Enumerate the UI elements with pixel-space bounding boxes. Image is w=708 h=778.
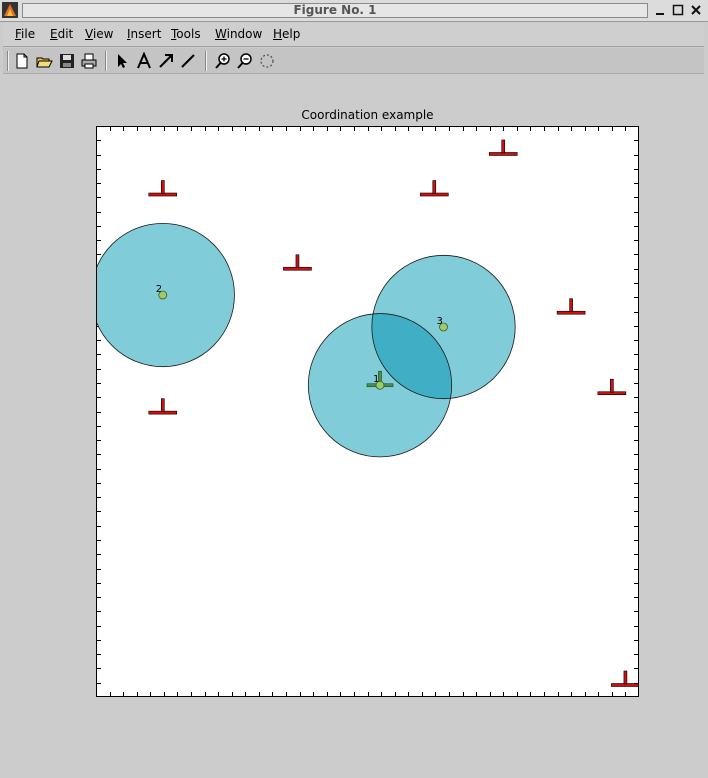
menu-insert-label: Insert xyxy=(127,27,162,41)
rotate-icon[interactable] xyxy=(258,52,276,70)
toolbar-separator xyxy=(205,51,207,71)
target-stem xyxy=(623,670,628,685)
menu-edit[interactable]: Edit xyxy=(50,27,73,41)
menu-file[interactable]: File xyxy=(15,27,35,41)
menu-help-label: Help xyxy=(273,27,301,41)
menu-view-label: View xyxy=(85,27,114,41)
close-button[interactable] xyxy=(688,2,704,18)
toolbar-separator xyxy=(105,51,107,71)
agent-label: 3 xyxy=(437,316,443,327)
toolbar xyxy=(3,48,704,74)
maximize-button[interactable] xyxy=(670,2,686,18)
menu-help[interactable]: Help xyxy=(273,27,300,41)
close-icon xyxy=(691,5,701,15)
zoom-in-icon[interactable] xyxy=(214,52,232,70)
target-stem xyxy=(160,398,165,412)
open-folder-icon[interactable] xyxy=(35,52,53,70)
target-stem xyxy=(610,378,614,393)
app-icon xyxy=(2,2,18,18)
title-bar: Figure No. 1 xyxy=(0,0,708,22)
toolbar-separator xyxy=(7,51,9,71)
target-stem xyxy=(160,180,165,194)
target-stem xyxy=(432,180,437,194)
target-stem xyxy=(501,139,506,154)
zoom-out-icon[interactable] xyxy=(236,52,254,70)
window-title: Figure No. 1 xyxy=(22,3,648,18)
insert-arrow-icon[interactable] xyxy=(157,52,175,70)
agent-label: 2 xyxy=(156,284,162,295)
maximize-icon xyxy=(672,4,684,16)
menu-tools[interactable]: Tools xyxy=(171,27,201,41)
menu-view[interactable]: View xyxy=(85,27,113,41)
menu-window[interactable]: Window xyxy=(215,27,262,41)
minimize-icon xyxy=(656,13,664,15)
print-icon[interactable] xyxy=(80,52,98,70)
menu-insert[interactable]: Insert xyxy=(127,27,161,41)
menu-tools-label: Tools xyxy=(171,27,201,41)
plot-title: Coordination example xyxy=(301,108,434,122)
save-icon[interactable] xyxy=(58,52,76,70)
target-stem xyxy=(295,254,300,269)
minimize-button[interactable] xyxy=(652,2,668,18)
new-figure-icon[interactable] xyxy=(13,52,31,70)
plot-axes[interactable]: 1 2 3 xyxy=(96,126,639,697)
menu-window-label: Window xyxy=(215,27,263,41)
menu-file-label: File xyxy=(15,27,36,41)
insert-text-icon[interactable] xyxy=(135,52,153,70)
menu-edit-label: Edit xyxy=(50,27,74,41)
target-stem xyxy=(569,298,573,313)
insert-line-icon[interactable] xyxy=(179,52,197,70)
agent-label: 1 xyxy=(373,374,379,385)
select-arrow-icon[interactable] xyxy=(113,52,131,70)
menu-bar: File Edit View Insert Tools Window Help xyxy=(3,23,704,47)
